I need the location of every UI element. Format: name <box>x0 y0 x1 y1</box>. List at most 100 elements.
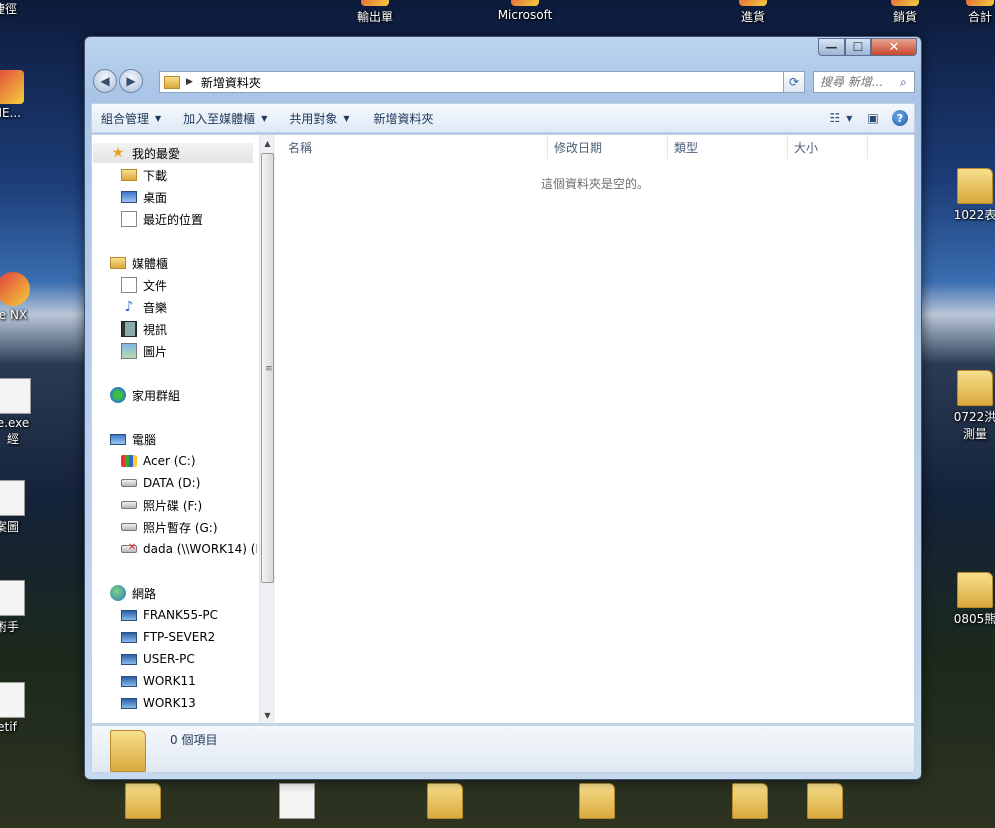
desktop-icon-bottom-folder[interactable] <box>562 783 632 821</box>
desktop-icon-bottom-folder[interactable] <box>108 783 178 821</box>
breadcrumb-current[interactable]: 新增資料夾 <box>201 74 261 91</box>
caret-down-icon: ▼ <box>155 113 162 123</box>
refresh-button[interactable]: ⟳ <box>783 71 805 93</box>
drive-icon <box>121 479 137 487</box>
folder-icon <box>957 168 993 204</box>
nav-item-music[interactable]: ♪ 音樂 <box>121 297 167 317</box>
nav-item-drive-f[interactable]: 照片碟 (F:) <box>121 495 202 515</box>
desktop-icon-nx[interactable]: e NX <box>0 272 48 322</box>
app-icon <box>966 0 994 6</box>
scroll-down-icon[interactable]: ▼ <box>260 707 275 723</box>
search-icon[interactable]: ⌕ <box>900 75 907 90</box>
column-header-date-modified[interactable]: 修改日期 <box>548 135 668 159</box>
help-button[interactable]: ? <box>892 110 908 126</box>
folder-icon <box>579 783 615 819</box>
desktop-icon-0722-folder[interactable]: 0722洪 測量 <box>940 370 995 442</box>
nav-item-network-pc[interactable]: USER-PC <box>121 649 195 669</box>
nav-scrollbar[interactable]: ▲ ≡ ▼ <box>259 135 275 723</box>
file-list[interactable]: 名稱 修改日期 類型 大小 這個資料夾是空的。 <box>276 135 914 723</box>
nav-item-network-pc[interactable]: WORK11 <box>121 671 196 691</box>
desktop-icon-1022-folder[interactable]: 1022表 <box>940 168 995 223</box>
close-button[interactable]: ✕ <box>871 38 917 56</box>
nav-item-videos[interactable]: 視訊 <box>121 319 167 339</box>
desktop-icon-bottom-calendar[interactable] <box>262 783 332 821</box>
file-icon <box>0 580 25 616</box>
desktop-icon-microsoft[interactable]: Microsoft <box>490 0 560 22</box>
desktop-icon-total[interactable]: 合計 <box>945 0 995 25</box>
file-icon <box>0 682 25 718</box>
desktop-icon-exe[interactable]: e.exe 經 <box>0 378 48 447</box>
nav-item-drive-c[interactable]: Acer (C:) <box>121 451 196 471</box>
nav-item-recent-places[interactable]: 最近的位置 <box>121 209 203 229</box>
share-with-button[interactable]: 共用對象 ▼ <box>280 110 358 127</box>
nav-network[interactable]: 網路 <box>110 583 156 603</box>
desktop-icon-he[interactable]: HE... <box>0 70 42 120</box>
caption-buttons: — ☐ ✕ <box>818 38 917 56</box>
nav-homegroup[interactable]: 家用群組 <box>110 385 180 405</box>
search-input[interactable] <box>814 74 900 90</box>
new-folder-button[interactable]: 新增資料夾 <box>365 110 443 127</box>
add-to-library-button[interactable]: 加入至媒體櫃 ▼ <box>174 110 276 127</box>
app-icon <box>739 0 767 6</box>
nav-item-drive-g[interactable]: 照片暫存 (G:) <box>121 517 218 537</box>
column-header-name[interactable]: 名稱 <box>276 135 548 159</box>
pictures-icon <box>121 343 137 359</box>
desktop-icon-sales[interactable]: 銷貨 <box>870 0 940 25</box>
nav-item-drive-d[interactable]: DATA (D:) <box>121 473 200 493</box>
maximize-button[interactable]: ☐ <box>845 38 871 56</box>
preview-pane-button[interactable]: ▣ <box>860 108 886 128</box>
desktop-icon-purchase[interactable]: 進貨 <box>718 0 788 25</box>
desktop-icon-bottom-folder[interactable] <box>410 783 480 821</box>
nav-item-pictures[interactable]: 圖片 <box>121 341 167 361</box>
network-computer-icon <box>121 653 137 665</box>
desktop-icon-drawing[interactable]: 案圖 <box>0 480 42 535</box>
folder-icon <box>957 370 993 406</box>
desktop-icon <box>121 191 137 203</box>
homegroup-icon <box>110 387 126 403</box>
app-icon <box>361 0 389 6</box>
desktop-icon-output[interactable]: 輸出單 <box>340 0 410 25</box>
column-header-type[interactable]: 類型 <box>668 135 788 159</box>
caret-down-icon: ▼ <box>261 113 268 123</box>
desktop-icon-bottom-folder[interactable] <box>790 783 860 821</box>
organize-button[interactable]: 組合管理 ▼ <box>92 110 170 127</box>
desktop-icon-surgery[interactable]: 術手 <box>0 580 42 635</box>
minimize-button[interactable]: — <box>818 38 845 56</box>
item-count: 0 個項目 <box>170 733 218 747</box>
nav-favorites[interactable]: ★ 我的最愛 <box>93 143 253 163</box>
nav-item-network-pc[interactable]: WORK13 <box>121 693 196 713</box>
desktop-icon-tif[interactable]: etif <box>0 682 42 734</box>
app-icon <box>0 378 31 414</box>
app-icon <box>0 272 30 306</box>
nav-item-downloads[interactable]: 下載 <box>121 165 167 185</box>
nav-item-documents[interactable]: 文件 <box>121 275 167 295</box>
network-computer-icon <box>121 631 137 643</box>
refresh-icon: ⟳ <box>788 75 800 89</box>
nav-computer[interactable]: 電腦 <box>110 429 156 449</box>
scroll-up-icon[interactable]: ▲ <box>260 135 275 151</box>
desktop-icon-shortcut[interactable]: 捷徑 <box>0 0 40 17</box>
computer-icon <box>110 433 126 445</box>
nav-libraries[interactable]: 媒體櫃 <box>110 253 168 273</box>
explorer-body: ★ 我的最愛 下載 桌面 最近的位置 媒體櫃 文件 ♪ 音樂 視訊 圖片 家用群組 … <box>91 134 915 724</box>
desktop-icon-bottom-folder[interactable] <box>715 783 785 821</box>
preview-pane-icon: ▣ <box>867 111 879 125</box>
nav-item-network-pc[interactable]: FTP-SEVER2 <box>121 627 215 647</box>
nav-item-network-pc[interactable]: FRANK55-PC <box>121 605 218 625</box>
view-options-button[interactable]: ☷ ▼ <box>828 108 854 128</box>
desktop-icon-0805-folder[interactable]: 0805熊 <box>940 572 995 627</box>
back-button[interactable]: ◀ <box>93 69 117 93</box>
app-icon <box>0 70 24 104</box>
scroll-thumb[interactable]: ≡ <box>261 153 274 583</box>
video-icon <box>121 321 137 337</box>
command-bar: 組合管理 ▼ 加入至媒體櫃 ▼ 共用對象 ▼ 新增資料夾 ☷ ▼ ▣ ? <box>91 103 915 133</box>
explorer-window: — ☐ ✕ ◀ ▶ ▶ 新增資料夾 ▼ ⟳ ⌕ 組合管理▼ 加入至媒體櫃▼ 共用… <box>84 36 922 780</box>
nav-item-network-drive-i[interactable]: dada (\\WORK14) (I <box>121 539 257 559</box>
search-box[interactable]: ⌕ <box>813 71 915 93</box>
forward-button[interactable]: ▶ <box>119 69 143 93</box>
address-bar[interactable]: ▶ 新增資料夾 ▼ <box>159 71 804 93</box>
nav-item-desktop[interactable]: 桌面 <box>121 187 167 207</box>
breadcrumb-arrow-icon[interactable]: ▶ <box>186 77 193 87</box>
column-header-size[interactable]: 大小 <box>788 135 868 159</box>
downloads-folder-icon <box>121 169 137 181</box>
